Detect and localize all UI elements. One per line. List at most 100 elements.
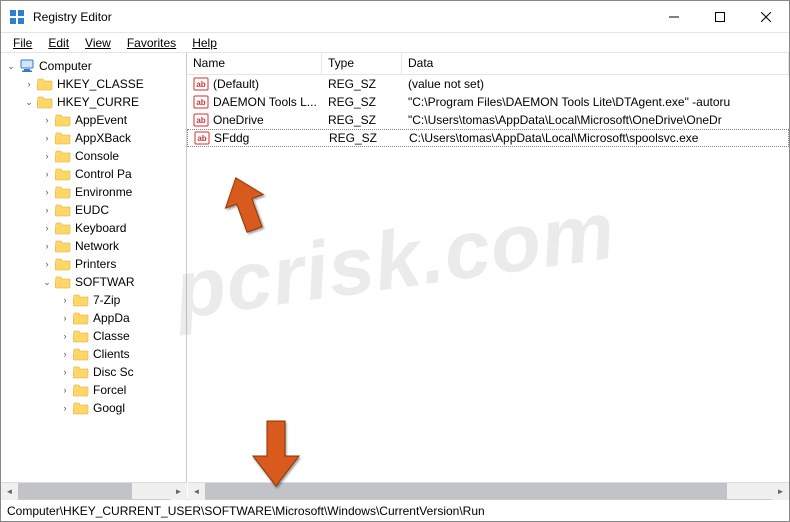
tree-item-label: Environme xyxy=(75,185,132,199)
menu-file[interactable]: File xyxy=(5,34,40,52)
tree-item-label: Classe xyxy=(93,329,130,343)
folder-icon xyxy=(55,112,71,128)
tree-item[interactable]: ›Network xyxy=(1,237,186,255)
value-name-cell: abSFddg xyxy=(188,130,323,146)
tree-hscrollbar[interactable]: ◄ ► xyxy=(1,482,187,499)
path-input[interactable] xyxy=(7,504,783,518)
value-data-cell: "C:\Program Files\DAEMON Tools Lite\DTAg… xyxy=(402,95,789,109)
list-hscrollbar[interactable]: ◄ ► xyxy=(188,482,789,499)
tree-item[interactable]: › Disc Sc xyxy=(1,363,186,381)
expand-icon[interactable]: › xyxy=(59,294,71,306)
tree-item[interactable]: › Console xyxy=(1,147,186,165)
tree-item[interactable]: › Clients xyxy=(1,345,186,363)
tree-item-label: HKEY_CLASSE xyxy=(57,77,144,91)
tree-item[interactable]: ›Printers xyxy=(1,255,186,273)
titlebar: Registry Editor xyxy=(1,1,789,33)
close-button[interactable] xyxy=(743,1,789,32)
tree-item[interactable]: ›Control Pa xyxy=(1,165,186,183)
collapse-icon[interactable]: ⌄ xyxy=(5,60,17,72)
scroll-right-icon[interactable]: ► xyxy=(170,483,187,500)
tree-item[interactable]: › Forcel xyxy=(1,381,186,399)
tree-item-label: AppXBack xyxy=(75,131,131,145)
expand-icon[interactable]: › xyxy=(59,384,71,396)
svg-text:ab: ab xyxy=(196,98,205,107)
list-header: Name Type Data xyxy=(187,53,789,75)
menu-help[interactable]: Help xyxy=(184,34,225,52)
tree-item-label: Keyboard xyxy=(75,221,126,235)
svg-text:ab: ab xyxy=(196,116,205,125)
tree-item[interactable]: › Classe xyxy=(1,327,186,345)
tree-item[interactable]: › Keyboard xyxy=(1,219,186,237)
folder-icon xyxy=(55,220,71,236)
tree-item-label: AppEvent xyxy=(75,113,127,127)
expand-icon[interactable]: › xyxy=(41,240,53,252)
value-data-cell: "C:\Users\tomas\AppData\Local\Microsoft\… xyxy=(402,113,789,127)
tree-item[interactable]: › AppXBack xyxy=(1,129,186,147)
value-row[interactable]: ab(Default)REG_SZ(value not set) xyxy=(187,75,789,93)
tree-item-label: Console xyxy=(75,149,119,163)
expand-icon[interactable]: › xyxy=(59,402,71,414)
tree-item[interactable]: › Environme xyxy=(1,183,186,201)
expand-icon[interactable]: › xyxy=(41,204,53,216)
tree-item[interactable]: ›EUDC xyxy=(1,201,186,219)
tree-item-label: Disc Sc xyxy=(93,365,134,379)
tree-item-label: Clients xyxy=(93,347,130,361)
minimize-button[interactable] xyxy=(651,1,697,32)
tree-item[interactable]: › HKEY_CLASSE xyxy=(1,75,186,93)
folder-icon xyxy=(73,328,89,344)
value-name-cell: abDAEMON Tools L... xyxy=(187,94,322,110)
tree-panel[interactable]: ⌄Computer › HKEY_CLASSE ⌄ HKEY_CURRE › AppEven… xyxy=(1,53,187,499)
tree-item[interactable]: ›7-Zip xyxy=(1,291,186,309)
tree-item-label: AppDa xyxy=(93,311,130,325)
tree-item-label: Forcel xyxy=(93,383,126,397)
value-name-cell: ab(Default) xyxy=(187,76,322,92)
menu-view[interactable]: View xyxy=(77,34,119,52)
value-row[interactable]: abSFddgREG_SZC:\Users\tomas\AppData\Loca… xyxy=(187,129,789,147)
tree-item[interactable]: ⌄ HKEY_CURRE xyxy=(1,93,186,111)
tree-item-label: Googl xyxy=(93,401,125,415)
scroll-left-icon[interactable]: ◄ xyxy=(1,483,18,500)
string-value-icon: ab xyxy=(193,112,209,128)
tree-item-label: HKEY_CURRE xyxy=(57,95,139,109)
folder-icon xyxy=(73,346,89,362)
expand-icon[interactable]: › xyxy=(59,366,71,378)
scroll-left-icon[interactable]: ◄ xyxy=(188,483,205,500)
folder-icon xyxy=(73,292,89,308)
tree-item[interactable]: › AppDa xyxy=(1,309,186,327)
expand-icon[interactable]: › xyxy=(23,78,35,90)
expand-icon[interactable]: › xyxy=(41,114,53,126)
tree-item[interactable]: › AppEvent xyxy=(1,111,186,129)
window-title: Registry Editor xyxy=(33,10,651,24)
expand-icon[interactable]: › xyxy=(59,330,71,342)
col-header-type[interactable]: Type xyxy=(322,53,402,74)
maximize-button[interactable] xyxy=(697,1,743,32)
value-data-cell: (value not set) xyxy=(402,77,789,91)
expand-icon[interactable]: › xyxy=(41,186,53,198)
value-name-cell: abOneDrive xyxy=(187,112,322,128)
col-header-data[interactable]: Data xyxy=(402,53,789,74)
expand-icon[interactable]: › xyxy=(41,258,53,270)
expand-icon[interactable]: › xyxy=(41,222,53,234)
expand-icon[interactable]: › xyxy=(41,168,53,180)
string-value-icon: ab xyxy=(194,130,210,146)
expand-icon[interactable]: › xyxy=(59,312,71,324)
menu-favorites[interactable]: Favorites xyxy=(119,34,184,52)
folder-icon xyxy=(55,274,71,290)
tree-item[interactable]: › Googl xyxy=(1,399,186,417)
expand-icon[interactable]: › xyxy=(59,348,71,360)
collapse-icon[interactable]: ⌄ xyxy=(23,96,35,108)
value-row[interactable]: abOneDriveREG_SZ"C:\Users\tomas\AppData\… xyxy=(187,111,789,129)
value-row[interactable]: abDAEMON Tools L...REG_SZ"C:\Program Fil… xyxy=(187,93,789,111)
menu-edit[interactable]: Edit xyxy=(40,34,77,52)
svg-text:ab: ab xyxy=(197,134,206,143)
expand-icon[interactable]: › xyxy=(41,150,53,162)
collapse-icon[interactable]: ⌄ xyxy=(41,276,53,288)
col-header-name[interactable]: Name xyxy=(187,53,322,74)
tree-item[interactable]: ⌄SOFTWAR xyxy=(1,273,186,291)
list-panel[interactable]: Name Type Data ab(Default)REG_SZ(value n… xyxy=(187,53,789,499)
address-bar xyxy=(1,499,789,521)
scroll-right-icon[interactable]: ► xyxy=(772,483,789,500)
tree-item[interactable]: ⌄Computer xyxy=(1,57,186,75)
string-value-icon: ab xyxy=(193,94,209,110)
expand-icon[interactable]: › xyxy=(41,132,53,144)
